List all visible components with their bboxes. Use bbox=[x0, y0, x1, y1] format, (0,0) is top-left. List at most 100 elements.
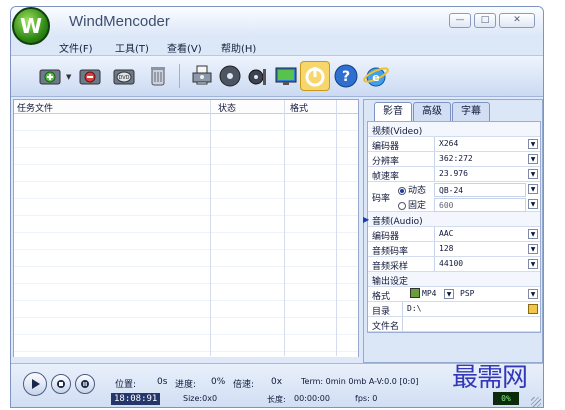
chevron-down-icon[interactable]: ▼ bbox=[528, 154, 538, 164]
preview-button[interactable] bbox=[271, 61, 301, 91]
main-window: WindMencoder — □ ✕ 文件(F) 工具(T) 查看(V) 帮助(… bbox=[10, 6, 544, 408]
filename-input[interactable] bbox=[402, 317, 542, 331]
format-select[interactable]: MP4 bbox=[422, 289, 436, 298]
trash-icon bbox=[151, 67, 165, 86]
chevron-down-icon[interactable]: ▼ bbox=[528, 244, 538, 254]
column-status[interactable]: 状态 bbox=[218, 101, 236, 114]
samplerate-label: 音频采样 bbox=[372, 262, 409, 272]
audio-bitrate-label: 音频码率 bbox=[372, 247, 409, 257]
add-file-dropdown-icon[interactable]: ▼ bbox=[66, 73, 72, 81]
audio-codec-label: 编码器 bbox=[372, 232, 400, 242]
fixed-bitrate-select[interactable]: 600 bbox=[434, 198, 526, 212]
time-display: 18:08:91 bbox=[111, 393, 161, 405]
settings-grid: 视频(Video) 编码器 X264 ▼ 分辨率 362:272 ▼ 帧速率 23.… bbox=[363, 121, 542, 333]
resolution-select[interactable]: 362:272 bbox=[434, 152, 526, 166]
help-icon: ? bbox=[334, 64, 358, 88]
fps-select[interactable]: 23.976 bbox=[434, 167, 526, 181]
disc-icon bbox=[219, 65, 241, 87]
format-icon bbox=[410, 288, 420, 298]
video-section-label: 视频(Video) bbox=[372, 127, 423, 137]
speed-label: 倍速: bbox=[233, 380, 255, 390]
dvd-icon: DVD bbox=[113, 69, 135, 85]
maximize-button[interactable]: □ bbox=[474, 13, 496, 28]
format-label: 格式 bbox=[372, 292, 391, 302]
power-icon bbox=[305, 67, 325, 87]
audio-bitrate-select[interactable]: 128 bbox=[434, 242, 526, 256]
chevron-down-icon[interactable]: ▼ bbox=[528, 259, 538, 269]
video-codec-label: 编码器 bbox=[372, 142, 400, 152]
remove-file-button[interactable] bbox=[75, 61, 105, 91]
size-readout: Size:0x0 bbox=[183, 394, 218, 403]
arrow-right-icon: ▶ bbox=[363, 215, 370, 224]
play-button[interactable] bbox=[23, 372, 47, 396]
disc-button[interactable] bbox=[215, 61, 245, 91]
chevron-down-icon[interactable]: ▼ bbox=[528, 169, 538, 179]
bitrate-label: 码率 bbox=[372, 194, 391, 204]
add-dvd-button[interactable]: DVD bbox=[109, 61, 139, 91]
svg-text:DVD: DVD bbox=[118, 75, 129, 81]
chevron-down-icon[interactable]: ▼ bbox=[528, 289, 538, 299]
tools-button[interactable] bbox=[243, 61, 273, 91]
filename-label: 文件名 bbox=[372, 322, 400, 332]
column-format[interactable]: 格式 bbox=[290, 101, 308, 114]
menu-tools[interactable]: 工具(T) bbox=[115, 40, 149, 55]
tab-subtitle[interactable]: 字幕 bbox=[452, 102, 490, 121]
video-codec-select[interactable]: X264 bbox=[434, 137, 526, 151]
gear-icon bbox=[248, 69, 266, 85]
fps-readout: fps: 0 bbox=[355, 394, 378, 403]
menu-help[interactable]: 帮助(H) bbox=[221, 40, 256, 55]
close-button[interactable]: ✕ bbox=[499, 13, 535, 28]
fps-label: 帧速率 bbox=[372, 172, 400, 182]
term-readout: Term: 0min 0mb A-V:0.0 [0:0] bbox=[301, 377, 419, 386]
chevron-down-icon[interactable]: ▼ bbox=[528, 139, 538, 149]
dir-label: 目录 bbox=[372, 307, 391, 317]
svg-text:?: ? bbox=[342, 69, 350, 85]
clear-list-button[interactable] bbox=[143, 61, 173, 91]
audio-codec-select[interactable]: AAC bbox=[434, 227, 526, 241]
resize-grip-icon[interactable] bbox=[531, 397, 541, 407]
task-list[interactable]: 任务文件 状态 格式 bbox=[13, 99, 359, 357]
bitrate-fixed-radio[interactable]: 固定 bbox=[398, 198, 426, 211]
length-value: 00:00:00 bbox=[294, 394, 330, 403]
minimize-button[interactable]: — bbox=[449, 13, 471, 28]
chevron-down-icon[interactable]: ▼ bbox=[528, 229, 538, 239]
dynamic-bitrate-select[interactable]: QB-24 bbox=[434, 183, 526, 197]
title-bar: WindMencoder — □ ✕ bbox=[11, 7, 543, 37]
tab-advanced[interactable]: 高级 bbox=[413, 102, 451, 121]
toolbar: ▼ DVD ? e bbox=[11, 55, 543, 97]
menu-file[interactable]: 文件(F) bbox=[59, 40, 93, 55]
tab-av[interactable]: 影音 bbox=[374, 102, 412, 123]
pause-button[interactable] bbox=[75, 374, 95, 394]
task-list-header: 任务文件 状态 格式 bbox=[14, 100, 358, 114]
add-file-button[interactable] bbox=[35, 61, 65, 91]
column-task-file[interactable]: 任务文件 bbox=[17, 101, 53, 114]
convert-button[interactable] bbox=[187, 61, 217, 91]
power-button[interactable] bbox=[300, 61, 330, 91]
help-button[interactable]: ? bbox=[331, 61, 361, 91]
monitor-icon bbox=[275, 67, 297, 85]
preset-select[interactable]: PSP bbox=[460, 289, 474, 298]
svg-text:e: e bbox=[372, 71, 379, 84]
chevron-down-icon[interactable]: ▼ bbox=[528, 184, 538, 194]
samplerate-select[interactable]: 44100 bbox=[434, 257, 526, 271]
window-controls: — □ ✕ bbox=[449, 13, 535, 28]
web-button[interactable]: e bbox=[361, 61, 391, 91]
position-label: 位置: bbox=[115, 380, 137, 390]
menu-view[interactable]: 查看(V) bbox=[167, 40, 202, 55]
settings-panel: 影音 高级 字幕 视频(Video) 编码器 X264 ▼ 分辨率 362:272… bbox=[363, 99, 543, 363]
speed-value: 0x bbox=[271, 377, 283, 387]
resolution-label: 分辨率 bbox=[372, 157, 400, 167]
progress-value: 0% bbox=[211, 377, 226, 387]
folder-icon[interactable] bbox=[528, 304, 538, 314]
remove-file-icon bbox=[79, 69, 101, 85]
stop-button[interactable] bbox=[51, 374, 71, 394]
chevron-down-icon[interactable]: ▼ bbox=[444, 289, 454, 299]
browser-icon: e bbox=[363, 67, 389, 87]
pause-icon bbox=[81, 380, 89, 388]
bitrate-dynamic-radio[interactable]: 动态 bbox=[398, 183, 426, 196]
dir-input[interactable]: D:\ bbox=[402, 302, 526, 316]
chevron-down-icon[interactable]: ▼ bbox=[528, 199, 538, 209]
radio-unchecked-icon bbox=[398, 201, 406, 210]
play-icon bbox=[32, 379, 40, 389]
menu-bar: 文件(F) 工具(T) 查看(V) 帮助(H) bbox=[11, 37, 543, 55]
